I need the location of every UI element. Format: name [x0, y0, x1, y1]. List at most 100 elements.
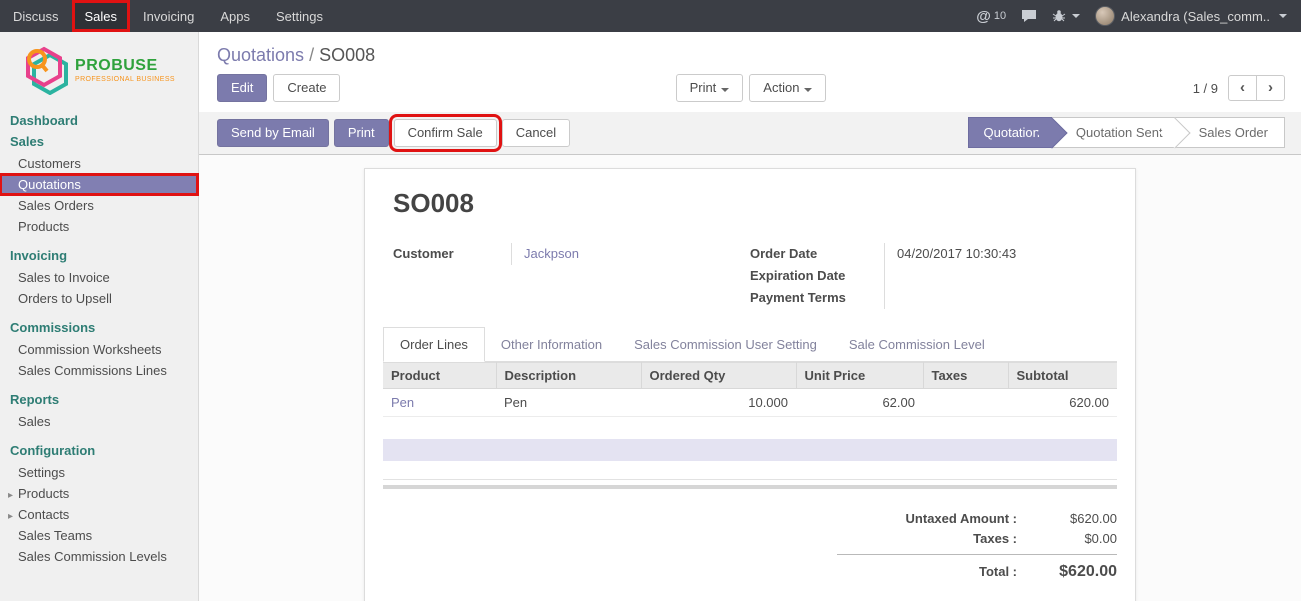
breadcrumb-parent-link[interactable]: Quotations	[217, 45, 304, 65]
activities-button[interactable]: @ 10	[976, 8, 1006, 25]
probuse-logo-text: PROBUSE PROFESSIONAL BUSINESS	[75, 57, 175, 83]
order-line-ordered-qty: 10.000	[641, 389, 796, 417]
tab-other-information[interactable]: Other Information	[485, 328, 618, 361]
field-payment-terms: Payment Terms	[750, 287, 1107, 309]
menu-invoicing[interactable]: Invoicing	[130, 0, 207, 32]
column-header-subtotal[interactable]: Subtotal	[1008, 363, 1117, 389]
column-header-taxes[interactable]: Taxes	[923, 363, 1008, 389]
create-button[interactable]: Create	[273, 74, 340, 102]
customer-label: Customer	[393, 243, 511, 265]
menu-apps[interactable]: Apps	[207, 0, 263, 32]
divider-thin	[383, 479, 1117, 480]
chevron-down-icon	[804, 88, 812, 92]
column-header-ordered-qty[interactable]: Ordered Qty	[641, 363, 796, 389]
sidebar-item-reports-sales[interactable]: Sales	[0, 411, 198, 432]
messages-button[interactable]	[1021, 9, 1037, 23]
sidebar-section-invoicing[interactable]: Invoicing	[0, 246, 198, 267]
sidebar-item-sales-teams[interactable]: Sales Teams	[0, 525, 198, 546]
sidebar-item-config-contacts[interactable]: ▸Contacts	[0, 504, 198, 525]
untaxed-amount-value: $620.00	[1017, 509, 1117, 529]
sidebar-item-sales-commissions-lines[interactable]: Sales Commissions Lines	[0, 360, 198, 381]
chat-bubble-icon	[1021, 9, 1037, 23]
sidebar-item-sales-orders[interactable]: Sales Orders	[0, 195, 198, 216]
order-line-product[interactable]: Pen	[383, 389, 496, 417]
customer-value-link[interactable]: Jackpson	[511, 243, 750, 265]
notebook-tabs: Order Lines Other Information Sales Comm…	[383, 327, 1117, 362]
taxes-label: Taxes :	[837, 529, 1017, 549]
breadcrumb-current: SO008	[319, 45, 375, 65]
sidebar-item-config-products[interactable]: ▸Products	[0, 483, 198, 504]
form-view-content: SO008 Customer Jackpson Order Date 04/20…	[199, 155, 1301, 601]
status-step-quotation-sent[interactable]: Quotation Sent	[1052, 117, 1175, 148]
pager: 1 / 9 ‹ ›	[826, 75, 1285, 101]
main-panel: Quotations / SO008 Edit Create Print Act…	[199, 32, 1301, 601]
menu-sales[interactable]: Sales	[72, 0, 131, 32]
tab-sale-commission-level[interactable]: Sale Commission Level	[833, 328, 1001, 361]
menu-settings[interactable]: Settings	[263, 0, 336, 32]
breadcrumb-separator: /	[309, 45, 319, 65]
sidebar-section-dashboard[interactable]: Dashboard	[0, 111, 198, 132]
action-dropdown-button[interactable]: Action	[749, 74, 826, 102]
edit-button[interactable]: Edit	[217, 74, 267, 102]
topbar-right-zone: @ 10 Alexandra (Sales_comm..	[976, 0, 1301, 32]
chevron-down-icon	[721, 88, 729, 92]
print-dropdown-button[interactable]: Print	[676, 74, 744, 102]
sidebar-section-sales[interactable]: Sales	[0, 132, 198, 153]
sidebar-item-sales-commission-levels[interactable]: Sales Commission Levels	[0, 546, 198, 567]
expiration-date-value	[884, 265, 1107, 287]
column-header-product[interactable]: Product	[383, 363, 496, 389]
taxes-value: $0.00	[1017, 529, 1117, 549]
action-dropdown-label: Action	[763, 80, 799, 95]
chevron-down-icon	[1072, 14, 1080, 18]
total-row: Total : $620.00	[837, 554, 1117, 584]
status-step-quotation[interactable]: Quotation	[968, 117, 1052, 148]
column-header-unit-price[interactable]: Unit Price	[796, 363, 923, 389]
sidebar-item-label: Products	[18, 486, 69, 501]
sidebar-section-configuration[interactable]: Configuration	[0, 441, 198, 462]
order-line-subtotal: 620.00	[1008, 389, 1117, 417]
cancel-button[interactable]: Cancel	[502, 119, 570, 147]
order-line-unit-price: 62.00	[796, 389, 923, 417]
activities-icon: @	[976, 8, 991, 25]
sidebar-item-quotations[interactable]: Quotations	[0, 174, 198, 195]
status-step-sales-order[interactable]: Sales Order	[1175, 117, 1285, 148]
menu-discuss[interactable]: Discuss	[0, 0, 72, 32]
divider-thick	[383, 485, 1117, 489]
expiration-date-label: Expiration Date	[750, 265, 884, 287]
send-by-email-button[interactable]: Send by Email	[217, 119, 329, 147]
tab-order-lines[interactable]: Order Lines	[383, 327, 485, 362]
user-menu[interactable]: Alexandra (Sales_comm..	[1095, 6, 1287, 26]
order-line-row[interactable]: Pen Pen 10.000 62.00 620.00	[383, 389, 1117, 417]
field-groups: Customer Jackpson Order Date 04/20/2017 …	[393, 243, 1107, 309]
sidebar-section-commissions[interactable]: Commissions	[0, 318, 198, 339]
confirm-sale-button[interactable]: Confirm Sale	[394, 119, 497, 147]
pager-button-group: ‹ ›	[1228, 75, 1285, 101]
sidebar-item-orders-to-upsell[interactable]: Orders to Upsell	[0, 288, 198, 309]
print-dropdown-label: Print	[690, 80, 717, 95]
bug-icon	[1052, 9, 1066, 23]
pager-next-button[interactable]: ›	[1256, 75, 1285, 101]
sidebar-item-sales-to-invoice[interactable]: Sales to Invoice	[0, 267, 198, 288]
debug-menu-button[interactable]	[1052, 9, 1080, 23]
probuse-logo[interactable]: PROBUSE PROFESSIONAL BUSINESS	[0, 32, 198, 111]
field-group-right: Order Date 04/20/2017 10:30:43 Expiratio…	[750, 243, 1107, 309]
sidebar-item-products[interactable]: Products	[0, 216, 198, 237]
pager-previous-button[interactable]: ‹	[1228, 75, 1257, 101]
print-button[interactable]: Print	[334, 119, 389, 147]
sidebar-item-commission-worksheets[interactable]: Commission Worksheets	[0, 339, 198, 360]
column-header-description[interactable]: Description	[496, 363, 641, 389]
field-customer: Customer Jackpson	[393, 243, 750, 265]
sidebar-section-reports[interactable]: Reports	[0, 390, 198, 411]
order-line-description: Pen	[496, 389, 641, 417]
probuse-logo-icon	[23, 45, 69, 95]
tab-sales-commission-user-setting[interactable]: Sales Commission User Setting	[618, 328, 833, 361]
user-name: Alexandra (Sales_comm..	[1121, 9, 1270, 24]
field-expiration-date: Expiration Date	[750, 265, 1107, 287]
breadcrumb: Quotations / SO008	[199, 32, 1301, 70]
sidebar-item-customers[interactable]: Customers	[0, 153, 198, 174]
payment-terms-value	[884, 287, 1107, 309]
sidebar-item-config-settings[interactable]: Settings	[0, 462, 198, 483]
top-navbar: Discuss Sales Invoicing Apps Settings @ …	[0, 0, 1301, 32]
statusbar: Send by Email Print Confirm Sale Cancel …	[199, 112, 1301, 155]
taxes-row: Taxes : $0.00	[837, 529, 1117, 549]
